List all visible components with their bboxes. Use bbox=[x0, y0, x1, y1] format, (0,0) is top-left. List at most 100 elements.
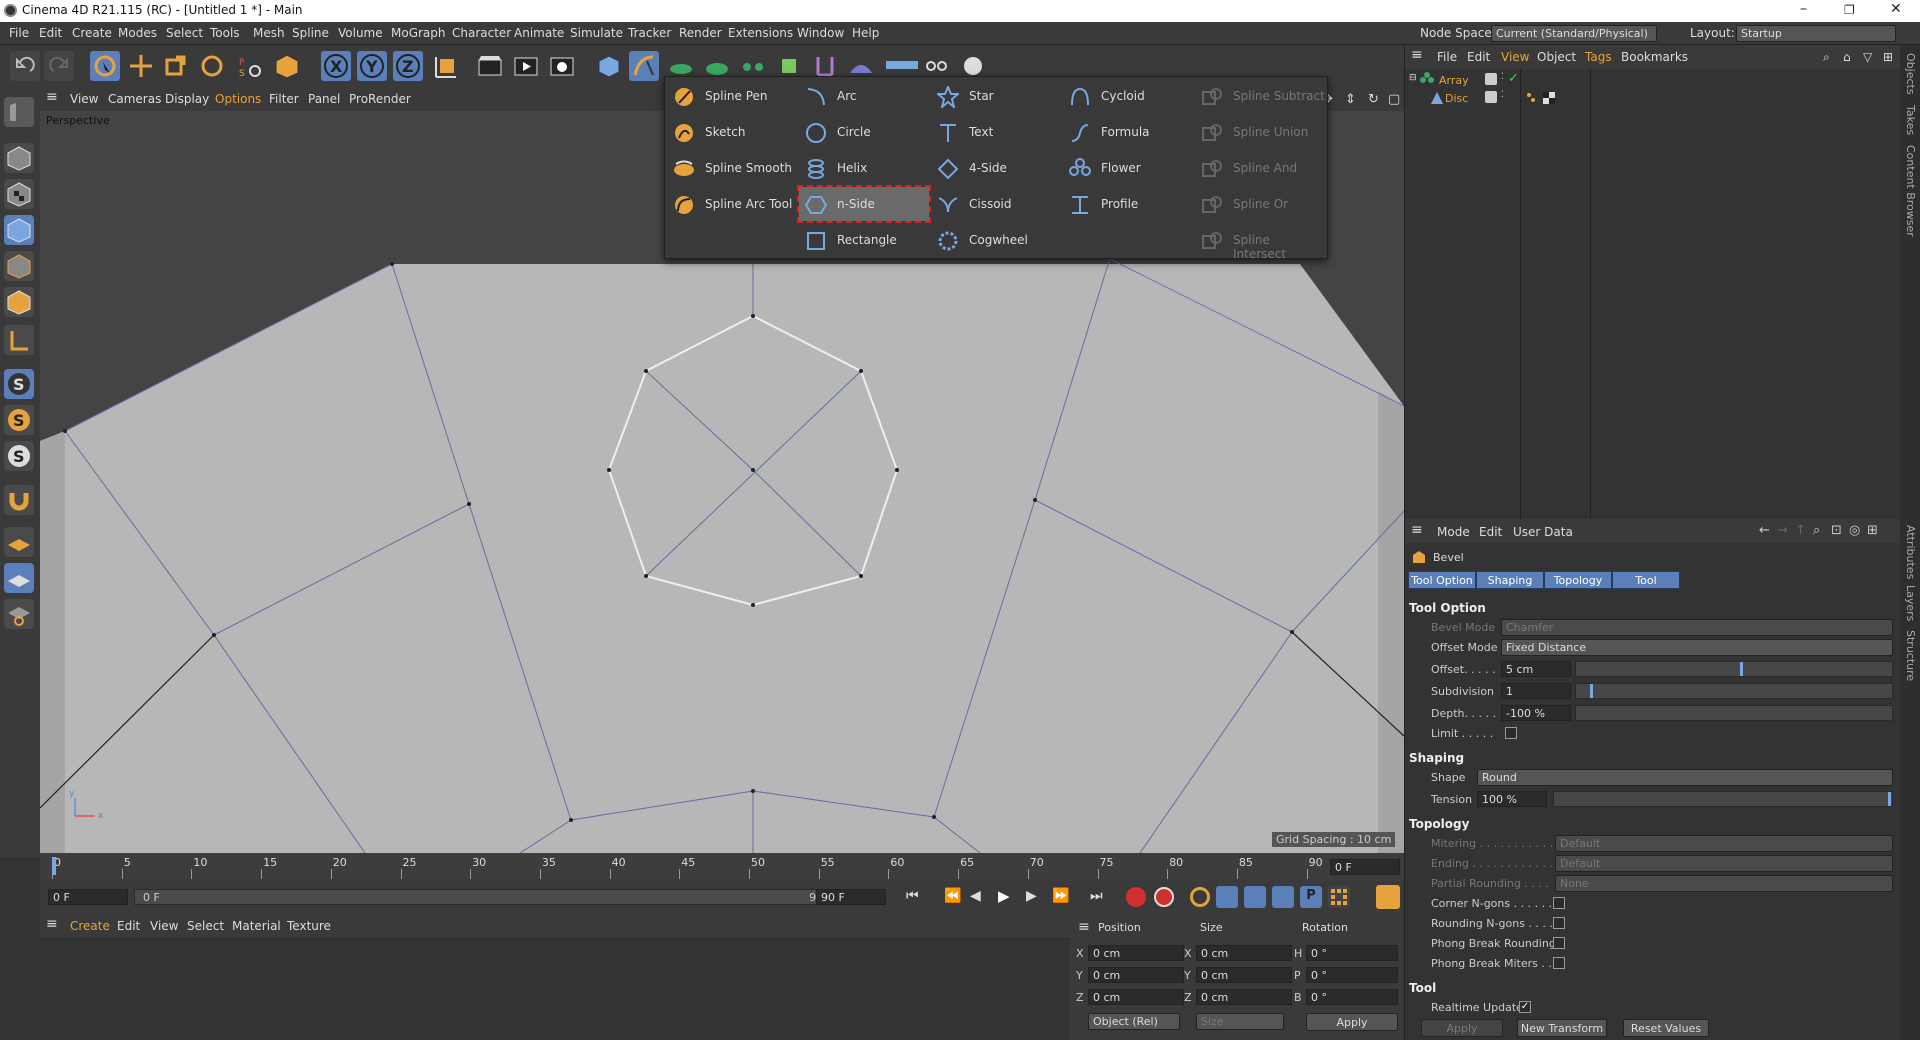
offset-mode-select[interactable]: Fixed Distance bbox=[1501, 639, 1893, 656]
side-tab-objects[interactable]: Objects bbox=[1904, 53, 1917, 95]
reset-values-button[interactable]: Reset Values bbox=[1623, 1019, 1709, 1037]
menu-help[interactable]: Help bbox=[852, 26, 879, 40]
visibility-dots-icon[interactable]: ⁚ bbox=[1501, 72, 1504, 82]
material-menu-material[interactable]: Material bbox=[232, 919, 281, 933]
tab-tool[interactable]: Tool bbox=[1612, 571, 1680, 589]
menu-animate[interactable]: Animate bbox=[514, 26, 564, 40]
object-menu-object[interactable]: Object bbox=[1537, 50, 1576, 64]
render-to-picture-viewer-icon[interactable] bbox=[511, 51, 541, 81]
menu-volume[interactable]: Volume bbox=[338, 26, 383, 40]
solo-off-icon[interactable]: S bbox=[4, 441, 34, 471]
object-name[interactable]: Disc bbox=[1445, 92, 1468, 105]
coord-size-y-field[interactable]: 0 cm bbox=[1196, 967, 1292, 983]
depth-field[interactable]: -100 % bbox=[1501, 705, 1571, 721]
object-name[interactable]: Array bbox=[1439, 74, 1469, 87]
offset-slider-handle[interactable] bbox=[1740, 662, 1743, 676]
palette-n-side[interactable]: n-Side bbox=[797, 185, 931, 223]
z-axis-lock-icon[interactable]: Z bbox=[393, 51, 423, 81]
offset-slider[interactable] bbox=[1575, 661, 1893, 677]
attribute-search-icon[interactable]: ⌕ bbox=[1813, 523, 1820, 538]
coord-mode-select[interactable]: Object (Rel) bbox=[1088, 1013, 1180, 1030]
menu-tracker[interactable]: Tracker bbox=[628, 26, 671, 40]
viewport-zoom-icon[interactable]: ⇕ bbox=[1345, 92, 1356, 107]
go-to-end-icon[interactable]: ⏭ bbox=[1090, 888, 1103, 904]
subdivision-slider-handle[interactable] bbox=[1590, 684, 1593, 698]
object-new-panel-icon[interactable]: ⊞ bbox=[1883, 50, 1893, 64]
new-transform-button[interactable]: New Transform bbox=[1517, 1019, 1607, 1037]
palette-spline-or[interactable]: Spline Or bbox=[1195, 187, 1325, 221]
coord-pos-y-field[interactable]: 0 cm bbox=[1088, 967, 1184, 983]
side-tab-structure[interactable]: Structure bbox=[1904, 630, 1917, 681]
start-frame-field[interactable]: 0 F bbox=[48, 889, 128, 905]
side-tab-takes[interactable]: Takes bbox=[1904, 105, 1917, 135]
keyframe-selection-icon[interactable] bbox=[1190, 887, 1210, 907]
menu-character[interactable]: Character bbox=[452, 26, 511, 40]
attribute-new-panel-icon[interactable]: ⊞ bbox=[1867, 523, 1878, 538]
partial-rounding-select[interactable]: None bbox=[1555, 875, 1893, 892]
viewport-menu-display[interactable]: Display bbox=[165, 92, 209, 106]
scale-key-icon[interactable] bbox=[1244, 886, 1266, 908]
object-menu-edit[interactable]: Edit bbox=[1467, 50, 1490, 64]
next-key-icon[interactable]: ⏩ bbox=[1052, 888, 1069, 904]
palette-spline-intersect[interactable]: Spline Intersect bbox=[1195, 223, 1325, 261]
minimize-button[interactable]: – bbox=[1800, 1, 1807, 17]
world-coordinates-icon[interactable] bbox=[432, 51, 462, 81]
menu-mograph[interactable]: MoGraph bbox=[391, 26, 446, 40]
coord-pos-x-field[interactable]: 0 cm bbox=[1088, 945, 1184, 961]
material-menu-select[interactable]: Select bbox=[187, 919, 224, 933]
palette-spline-union[interactable]: Spline Union bbox=[1195, 115, 1325, 149]
corner-ngons-checkbox[interactable] bbox=[1553, 897, 1565, 909]
solo-mode-icon[interactable]: S bbox=[4, 369, 34, 399]
palette-arc[interactable]: Arc bbox=[799, 79, 929, 113]
end-frame-field[interactable]: 90 F bbox=[816, 889, 886, 905]
offset-field[interactable]: 5 cm bbox=[1501, 661, 1571, 677]
palette-helix[interactable]: Helix bbox=[799, 151, 929, 185]
back-arrow-icon[interactable]: ← bbox=[1759, 523, 1770, 538]
menu-spline[interactable]: Spline bbox=[292, 26, 329, 40]
palette-sketch[interactable]: Sketch bbox=[667, 115, 797, 149]
menu-edit[interactable]: Edit bbox=[39, 26, 62, 40]
frame-range-slider[interactable]: 0 F 90 F bbox=[134, 889, 842, 905]
forward-arrow-icon[interactable]: → bbox=[1777, 523, 1788, 538]
object-menu-file[interactable]: File bbox=[1437, 50, 1457, 64]
side-tab-content-browser[interactable]: Content Browser bbox=[1904, 145, 1917, 237]
coord-pos-z-field[interactable]: 0 cm bbox=[1088, 989, 1184, 1005]
attribute-menu-icon[interactable]: ≡ bbox=[1411, 522, 1423, 538]
tag-icons[interactable] bbox=[1525, 91, 1557, 105]
menu-extensions[interactable]: Extensions bbox=[728, 26, 793, 40]
next-frame-icon[interactable]: ▶ bbox=[1026, 888, 1037, 904]
tab-topology[interactable]: Topology bbox=[1544, 571, 1612, 589]
solo-hierarchy-icon[interactable]: S bbox=[4, 405, 34, 435]
position-key-icon[interactable] bbox=[1216, 886, 1238, 908]
object-row-disc[interactable]: Disc ⁚ bbox=[1405, 89, 1901, 107]
ending-select[interactable]: Default bbox=[1555, 855, 1893, 872]
spline-pen-tool-icon[interactable] bbox=[629, 51, 659, 81]
coord-apply-button[interactable]: Apply bbox=[1306, 1013, 1398, 1031]
polygons-mode-icon[interactable] bbox=[4, 287, 34, 317]
viewport-menu-icon[interactable]: ≡ bbox=[46, 89, 58, 105]
viewport-menu-prorender[interactable]: ProRender bbox=[349, 92, 411, 106]
material-menu-edit[interactable]: Edit bbox=[117, 919, 140, 933]
subdivision-field[interactable]: 1 bbox=[1501, 683, 1571, 699]
point-level-animation-icon[interactable] bbox=[1328, 886, 1350, 908]
object-menu-icon[interactable]: ≡ bbox=[1411, 47, 1423, 63]
menu-file[interactable]: File bbox=[9, 26, 29, 40]
timeline-ruler[interactable]: 0 5 10 15 20 25 30 35 40 45 50 55 60 65 70 75 80 85 90 0 F bbox=[40, 853, 1404, 881]
menu-simulate[interactable]: Simulate bbox=[570, 26, 623, 40]
coord-size-mode-select[interactable]: Size bbox=[1196, 1013, 1284, 1030]
palette-spline-and[interactable]: Spline And bbox=[1195, 151, 1325, 185]
timeline-window-icon[interactable] bbox=[1376, 885, 1400, 909]
locked-workplane-icon[interactable] bbox=[4, 563, 34, 593]
depth-slider[interactable] bbox=[1575, 705, 1893, 721]
material-menu-view[interactable]: View bbox=[150, 919, 178, 933]
texture-mode-icon[interactable] bbox=[4, 179, 34, 209]
side-tab-attributes[interactable]: Attributes bbox=[1904, 525, 1917, 579]
make-editable-icon[interactable] bbox=[4, 97, 34, 127]
workplane-icon[interactable] bbox=[4, 527, 34, 557]
y-axis-lock-icon[interactable]: Y bbox=[357, 51, 387, 81]
tension-field[interactable]: 100 % bbox=[1477, 791, 1547, 807]
attribute-menu-edit[interactable]: Edit bbox=[1479, 525, 1502, 539]
tab-tool-option[interactable]: Tool Option bbox=[1408, 571, 1476, 589]
menu-modes[interactable]: Modes bbox=[118, 26, 157, 40]
model-mode-icon[interactable] bbox=[4, 143, 34, 173]
